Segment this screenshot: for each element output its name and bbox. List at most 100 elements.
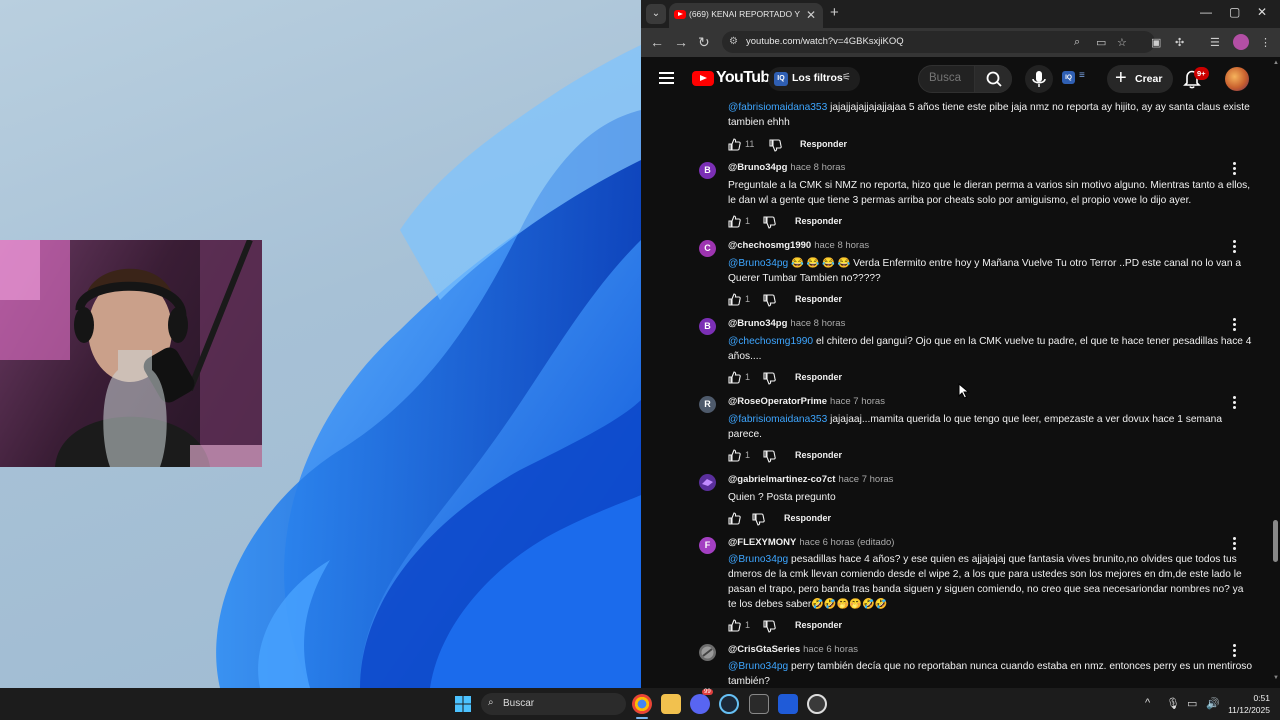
comment-mention[interactable]: @Bruno34pg [728, 661, 788, 672]
reading-list-icon[interactable]: ☰ [1210, 36, 1220, 49]
reply-button[interactable]: Responder [795, 294, 842, 304]
voice-search-button[interactable] [1025, 65, 1053, 93]
search-button[interactable] [974, 66, 1012, 92]
create-button[interactable]: + Crear [1107, 65, 1173, 93]
comment-time[interactable]: hace 6 horas [803, 644, 858, 655]
tab-close-icon[interactable]: ✕ [806, 8, 816, 22]
like-icon[interactable] [728, 371, 741, 384]
comment-time[interactable]: hace 7 horas [830, 396, 885, 407]
comment-mention[interactable]: @fabrisiomaidana353 [728, 414, 827, 425]
comment-mention[interactable]: @fabrisiomaidana353 [728, 102, 827, 113]
dislike-icon[interactable] [752, 513, 765, 526]
reply-button[interactable]: Responder [784, 513, 831, 523]
site-info-icon[interactable]: ⚙ [729, 36, 741, 48]
comment-mention[interactable]: @chechosmg1990 [728, 336, 813, 347]
comment-avatar[interactable]: R [699, 396, 716, 413]
like-icon[interactable] [728, 449, 741, 462]
scrollbar-thumb[interactable] [1273, 520, 1278, 562]
dislike-icon[interactable] [769, 139, 782, 152]
youtube-logo-icon[interactable] [692, 71, 714, 86]
tab-youtube[interactable]: (669) KENAI REPORTADO Y BAN ✕ [669, 3, 823, 28]
menu-kebab-icon[interactable]: ⋮ [1260, 36, 1271, 49]
tray-overflow-icon[interactable]: ^ [1145, 697, 1150, 709]
queue-icon[interactable]: ≡ [1079, 70, 1085, 81]
comment-author[interactable]: @chechosmg1990 [728, 240, 811, 251]
dislike-icon[interactable] [763, 216, 776, 229]
maximize-button[interactable]: ▢ [1229, 5, 1240, 19]
comment-avatar[interactable]: C [699, 240, 716, 257]
reload-button[interactable]: ↻ [698, 34, 710, 51]
account-avatar[interactable] [1225, 67, 1249, 91]
extension-image-icon[interactable]: ▣ [1151, 36, 1161, 49]
obs-app-icon[interactable] [807, 694, 827, 714]
like-icon[interactable] [728, 138, 741, 151]
reply-button[interactable]: Responder [795, 372, 842, 382]
comment-author[interactable]: @gabrielmartinez-co7ct [728, 474, 835, 485]
system-clock[interactable]: 0:51 11/12/2025 [1220, 692, 1270, 716]
comment-mention[interactable]: @Bruno34pg [728, 554, 788, 565]
scroll-down-icon[interactable]: ▼ [1273, 675, 1279, 681]
comment-author[interactable]: @Bruno34pg [728, 318, 787, 329]
hamburger-menu-icon[interactable] [659, 72, 674, 84]
discord-app-icon[interactable]: 99 [690, 689, 713, 714]
dislike-icon[interactable] [763, 372, 776, 385]
iq-extension-icon[interactable]: IQ [1062, 71, 1075, 84]
filters-button[interactable]: IQ Los filtros ⚟ [768, 67, 860, 91]
extensions-puzzle-icon[interactable]: ✣ [1175, 36, 1184, 49]
comment-author[interactable]: @RoseOperatorPrime [728, 396, 827, 407]
comment-author[interactable]: @CrisGtaSeries [728, 644, 800, 655]
comment-avatar[interactable] [699, 644, 716, 661]
chrome-app-icon[interactable] [632, 694, 652, 714]
search-input[interactable] [929, 72, 965, 84]
reply-button[interactable]: Responder [800, 139, 847, 149]
comment-author[interactable]: @Bruno34pg [728, 162, 787, 173]
comment-menu-icon[interactable] [1233, 537, 1237, 552]
address-bar[interactable]: ⚙ youtube.com/watch?v=4GBKsxjiKOQ [722, 31, 1155, 53]
comment-menu-icon[interactable] [1233, 318, 1237, 333]
zoom-icon[interactable]: ⌕ [1074, 36, 1080, 49]
comment-time[interactable]: hace 7 horas [838, 474, 893, 485]
comment-menu-icon[interactable] [1233, 396, 1237, 411]
comment-time[interactable]: hace 6 horas (editado) [799, 537, 894, 548]
steam-app-icon[interactable] [719, 694, 739, 714]
back-button[interactable]: ← [650, 34, 664, 50]
tab-search-button[interactable]: ⌄ [646, 4, 666, 24]
scroll-up-icon[interactable]: ▲ [1273, 60, 1279, 66]
reply-button[interactable]: Responder [795, 620, 842, 630]
dislike-icon[interactable] [763, 450, 776, 463]
reply-button[interactable]: Responder [795, 216, 842, 226]
like-icon[interactable] [728, 293, 741, 306]
comment-menu-icon[interactable] [1233, 644, 1237, 659]
file-explorer-icon[interactable] [661, 694, 681, 714]
close-window-button[interactable]: ✕ [1257, 5, 1267, 19]
comment-time[interactable]: hace 8 horas [790, 162, 845, 173]
like-icon[interactable] [728, 512, 741, 525]
comment-author[interactable]: @FLEXYMONY [728, 537, 796, 548]
comment-avatar[interactable]: F [699, 537, 716, 554]
comment-menu-icon[interactable] [1233, 240, 1237, 255]
comment-menu-icon[interactable] [1233, 162, 1237, 177]
profile-avatar[interactable] [1233, 34, 1249, 50]
page-scrollbar[interactable]: ▲ ▼ [1271, 57, 1280, 688]
volume-icon[interactable]: 🔊 [1206, 697, 1220, 710]
new-tab-button[interactable]: + [830, 4, 839, 21]
like-icon[interactable] [728, 619, 741, 632]
dislike-icon[interactable] [763, 294, 776, 307]
comment-time[interactable]: hace 8 horas [814, 240, 869, 251]
dislike-icon[interactable] [763, 620, 776, 633]
comment-time[interactable]: hace 8 horas [790, 318, 845, 329]
forward-button[interactable]: → [674, 34, 688, 50]
v-app-icon[interactable] [778, 694, 798, 714]
network-icon[interactable]: ▭ [1187, 697, 1197, 710]
epic-games-icon[interactable] [749, 694, 769, 714]
taskbar-search[interactable]: ⌕ Buscar [481, 693, 626, 715]
comment-avatar[interactable]: B [699, 318, 716, 335]
like-icon[interactable] [728, 215, 741, 228]
bookmark-star-icon[interactable]: ☆ [1117, 36, 1127, 49]
comment-avatar[interactable] [699, 474, 716, 491]
windows-start-icon[interactable] [455, 696, 471, 712]
reply-button[interactable]: Responder [795, 450, 842, 460]
comment-mention[interactable]: @Bruno34pg [728, 258, 788, 269]
minimize-button[interactable]: — [1200, 5, 1212, 19]
cast-icon[interactable]: ▭ [1096, 36, 1106, 49]
